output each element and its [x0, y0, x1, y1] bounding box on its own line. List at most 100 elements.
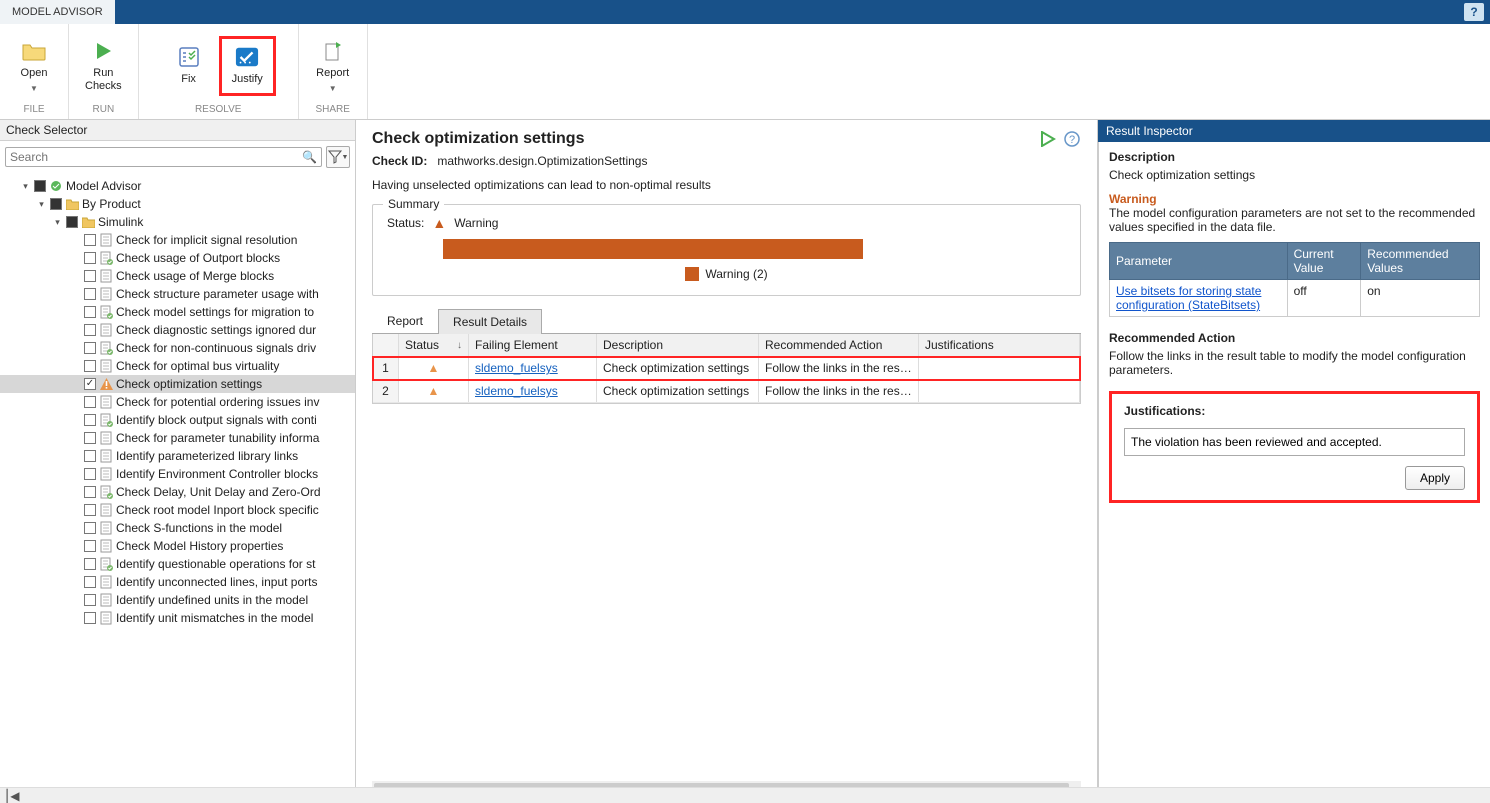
- help-icon[interactable]: ?: [1464, 3, 1484, 21]
- col-header-failing[interactable]: Failing Element: [469, 334, 597, 356]
- tree-check-item[interactable]: Check model settings for migration to: [0, 303, 355, 321]
- col-header-description[interactable]: Description: [597, 334, 759, 356]
- tree-by-product[interactable]: ▾ By Product: [0, 195, 355, 213]
- checkbox[interactable]: [84, 504, 96, 516]
- param-link[interactable]: Use bitsets for storing state configurat…: [1116, 284, 1261, 312]
- tree-check-item[interactable]: Check for parameter tunability informa: [0, 429, 355, 447]
- tree-check-item[interactable]: Identify Environment Controller blocks: [0, 465, 355, 483]
- tab-report[interactable]: Report: [372, 308, 438, 333]
- checklist-icon: [177, 45, 201, 69]
- checkbox[interactable]: [84, 342, 96, 354]
- tree-item-label: Check usage of Outport blocks: [116, 251, 280, 265]
- tree-check-item[interactable]: Check usage of Outport blocks: [0, 249, 355, 267]
- justification-input[interactable]: [1124, 428, 1465, 456]
- col-header-justifications[interactable]: Justifications: [919, 334, 1080, 356]
- table-row[interactable]: 1▲sldemo_fuelsysCheck optimization setti…: [373, 357, 1080, 380]
- failing-element-link[interactable]: sldemo_fuelsys: [475, 361, 558, 375]
- row-description: Check optimization settings: [597, 357, 759, 379]
- document-icon: [99, 539, 113, 553]
- justify-button[interactable]: Justify: [219, 36, 276, 95]
- checkbox[interactable]: [84, 360, 96, 372]
- checkbox[interactable]: [34, 180, 46, 192]
- tree-check-item[interactable]: Check S-functions in the model: [0, 519, 355, 537]
- tree-check-item[interactable]: Identify undefined units in the model: [0, 591, 355, 609]
- run-checks-button[interactable]: Run Checks: [75, 33, 132, 99]
- center-header: Check optimization settings ?: [372, 130, 1081, 154]
- tree-check-item[interactable]: Check for optimal bus virtuality: [0, 357, 355, 375]
- tree-check-item[interactable]: Check root model Inport block specific: [0, 501, 355, 519]
- help-icon[interactable]: ?: [1063, 130, 1081, 148]
- tree-check-item[interactable]: Identify block output signals with conti: [0, 411, 355, 429]
- tree-check-item[interactable]: Check for non-continuous signals driv: [0, 339, 355, 357]
- checkbox[interactable]: [84, 486, 96, 498]
- tree-check-item[interactable]: Check for implicit signal resolution: [0, 231, 355, 249]
- tree-check-item[interactable]: Check Delay, Unit Delay and Zero-Ord: [0, 483, 355, 501]
- checkbox[interactable]: [84, 324, 96, 336]
- search-input[interactable]: [10, 150, 302, 164]
- col-header-action[interactable]: Recommended Action: [759, 334, 919, 356]
- checkbox[interactable]: [84, 576, 96, 588]
- tree-scroll[interactable]: ▾ Model Advisor ▾ By Product ▾ Simulink: [0, 173, 355, 787]
- tree-check-item[interactable]: Check usage of Merge blocks: [0, 267, 355, 285]
- ribbon-section-run-label: RUN: [93, 104, 115, 117]
- checkbox[interactable]: [50, 198, 62, 210]
- grid-header-row: Status↓ Failing Element Description Reco…: [373, 334, 1080, 357]
- tree-check-item[interactable]: Identify unit mismatches in the model: [0, 609, 355, 627]
- open-button[interactable]: Open ▼: [6, 33, 62, 99]
- checkbox[interactable]: [84, 288, 96, 300]
- checkbox[interactable]: [84, 234, 96, 246]
- tree-check-item[interactable]: Identify unconnected lines, input ports: [0, 573, 355, 591]
- checkbox[interactable]: [66, 216, 78, 228]
- report-button[interactable]: Report ▼: [305, 33, 361, 99]
- checkbox[interactable]: [84, 432, 96, 444]
- rewind-icon[interactable]: ⎮◀: [4, 789, 19, 803]
- failing-element-link[interactable]: sldemo_fuelsys: [475, 384, 558, 398]
- tree-item-label: Check structure parameter usage with: [116, 287, 319, 301]
- open-dropdown-icon[interactable]: ▼: [30, 84, 38, 93]
- check-id-value: mathworks.design.OptimizationSettings: [437, 154, 647, 168]
- fix-button[interactable]: Fix: [161, 39, 217, 92]
- tree-check-item[interactable]: Check Model History properties: [0, 537, 355, 555]
- open-label: Open: [21, 67, 48, 80]
- col-header-idx[interactable]: [373, 334, 399, 356]
- checkbox[interactable]: [84, 252, 96, 264]
- checkbox[interactable]: [84, 522, 96, 534]
- checkbox[interactable]: [84, 468, 96, 480]
- checkbox[interactable]: [84, 378, 96, 390]
- ribbon-tab-modeladvisor[interactable]: MODEL ADVISOR: [0, 0, 115, 24]
- checkbox[interactable]: [84, 270, 96, 282]
- collapse-icon[interactable]: ▾: [36, 199, 47, 210]
- table-row[interactable]: 2▲sldemo_fuelsysCheck optimization setti…: [373, 380, 1080, 403]
- tree-check-item[interactable]: Check optimization settings: [0, 375, 355, 393]
- checkbox[interactable]: [84, 612, 96, 624]
- status-row: Status: ▲ Warning: [387, 215, 1066, 231]
- tree-item-label: Check diagnostic settings ignored dur: [116, 323, 316, 337]
- checkbox[interactable]: [84, 306, 96, 318]
- tree-check-item[interactable]: Check for potential ordering issues inv: [0, 393, 355, 411]
- col-header-status[interactable]: Status↓: [399, 334, 469, 356]
- inspector-warning-label: Warning: [1109, 192, 1480, 206]
- tree-simulink[interactable]: ▾ Simulink: [0, 213, 355, 231]
- tree-root[interactable]: ▾ Model Advisor: [0, 177, 355, 195]
- checkbox[interactable]: [84, 540, 96, 552]
- collapse-icon[interactable]: ▾: [20, 181, 31, 192]
- search-icon[interactable]: 🔍: [302, 150, 317, 164]
- checkbox[interactable]: [84, 594, 96, 606]
- tree-check-item[interactable]: Check diagnostic settings ignored dur: [0, 321, 355, 339]
- filter-button[interactable]: ▼: [326, 146, 350, 168]
- apply-button[interactable]: Apply: [1405, 466, 1465, 490]
- checkbox[interactable]: [84, 558, 96, 570]
- report-dropdown-icon[interactable]: ▼: [329, 84, 337, 93]
- run-check-icon[interactable]: [1039, 130, 1057, 148]
- collapse-icon[interactable]: ▾: [52, 217, 63, 228]
- report-label: Report: [316, 67, 349, 80]
- tree-check-item[interactable]: Identify questionable operations for st: [0, 555, 355, 573]
- tree-item-label: Check Delay, Unit Delay and Zero-Ord: [116, 485, 321, 499]
- search-box[interactable]: 🔍: [5, 147, 322, 167]
- tab-result-details[interactable]: Result Details: [438, 309, 542, 334]
- checkbox[interactable]: [84, 396, 96, 408]
- checkbox[interactable]: [84, 414, 96, 426]
- tree-check-item[interactable]: Check structure parameter usage with: [0, 285, 355, 303]
- checkbox[interactable]: [84, 450, 96, 462]
- tree-check-item[interactable]: Identify parameterized library links: [0, 447, 355, 465]
